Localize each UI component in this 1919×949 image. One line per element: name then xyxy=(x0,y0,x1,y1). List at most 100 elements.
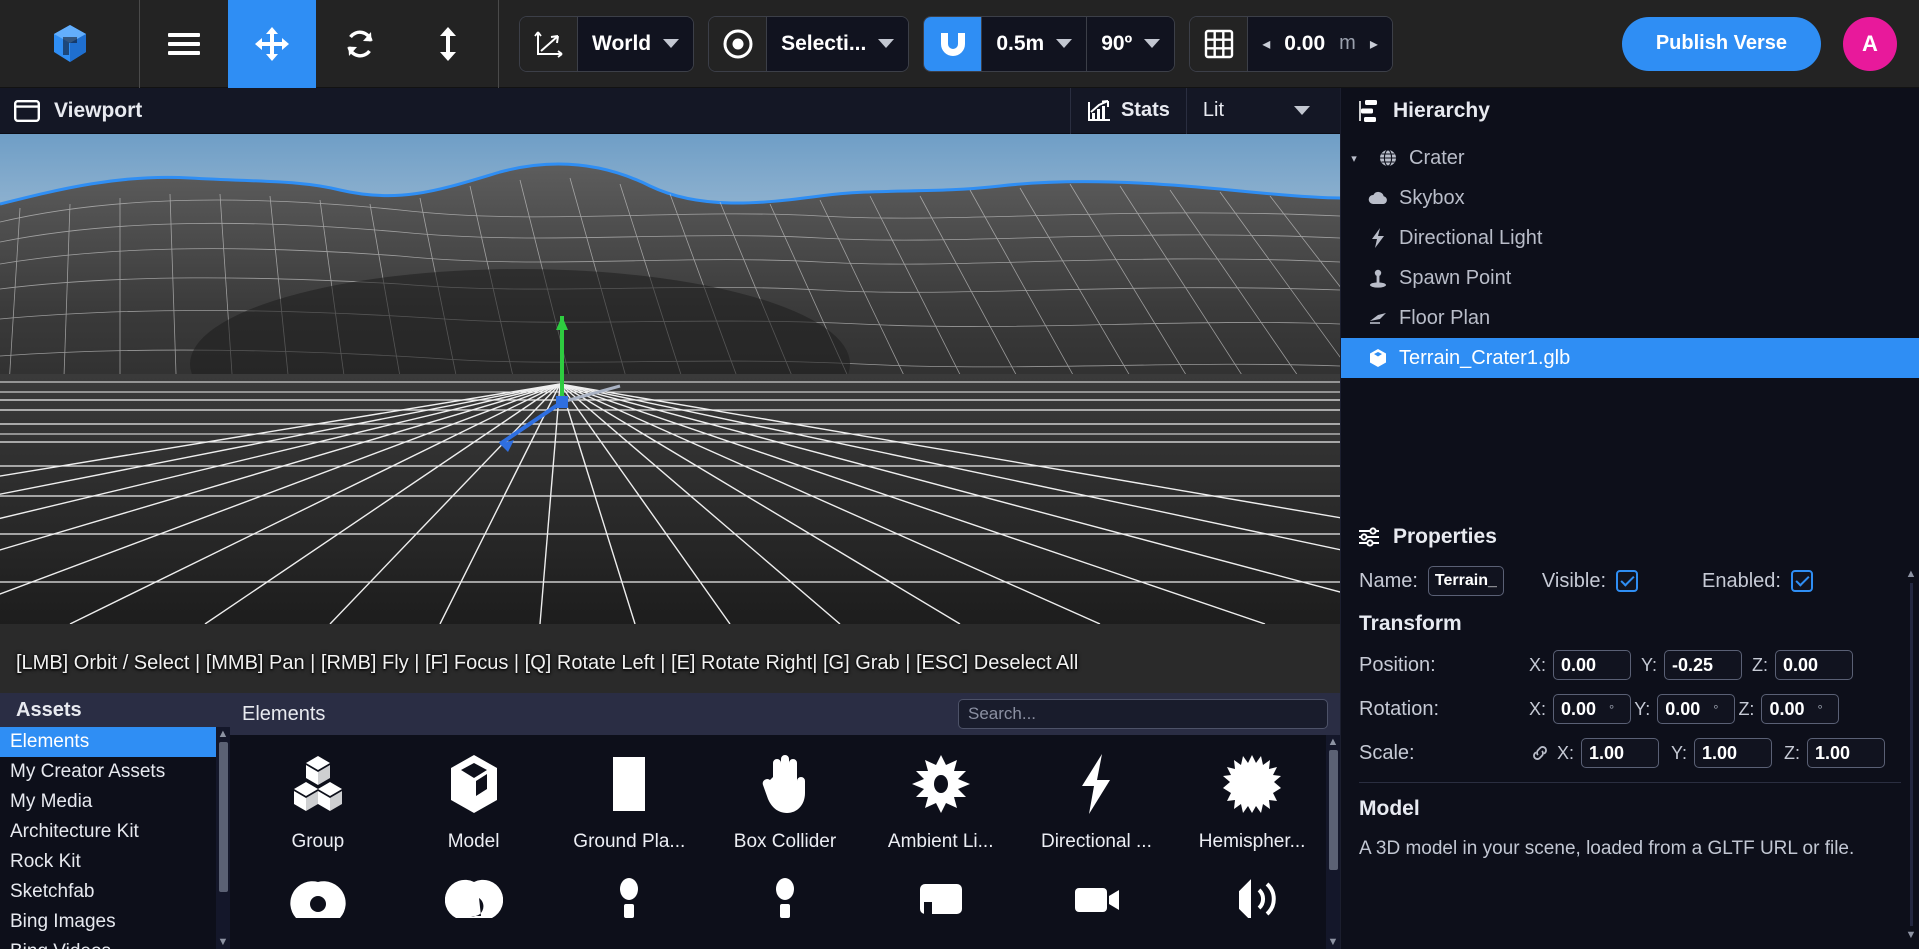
element-tile-group[interactable]: Group xyxy=(240,753,396,853)
element-tile-avatar[interactable] xyxy=(551,867,707,945)
grid-prev-button[interactable]: ◂ xyxy=(1262,34,1270,54)
asset-category-sketchfab[interactable]: Sketchfab xyxy=(0,877,230,907)
scale-z-input[interactable] xyxy=(1807,738,1886,768)
scale-x-input[interactable] xyxy=(1581,738,1660,768)
name-field[interactable] xyxy=(1427,566,1504,596)
hierarchy-node-terrain-crater1[interactable]: Terrain_Crater1.glb xyxy=(1341,338,1919,378)
scroll-up-icon[interactable]: ▲ xyxy=(218,727,229,741)
avatar[interactable]: A xyxy=(1843,16,1897,71)
sliders-icon xyxy=(1357,526,1381,548)
scroll-down-icon[interactable]: ▼ xyxy=(218,935,229,949)
publish-verse-button[interactable]: Publish Verse xyxy=(1621,16,1821,71)
enabled-checkbox[interactable] xyxy=(1791,570,1813,592)
elements-body[interactable]: Group Model Ground Pla... Box Collider A… xyxy=(230,735,1340,949)
hierarchy-node-label: Directional Light xyxy=(1399,226,1543,249)
scale-tool-button[interactable] xyxy=(404,0,492,88)
grid-toggle-button[interactable] xyxy=(1190,16,1249,71)
chevron-down-icon xyxy=(1294,106,1310,115)
coord-space-select[interactable]: World xyxy=(578,16,694,71)
element-tile-screen[interactable] xyxy=(863,867,1019,945)
coord-space-group[interactable]: World xyxy=(519,15,695,72)
properties-scrollbar[interactable]: ▲ ▼ xyxy=(1905,568,1917,941)
hierarchy-node-crater[interactable]: ▾ Crater xyxy=(1341,138,1919,178)
scroll-up-icon[interactable]: ▲ xyxy=(1906,568,1917,580)
stats-button[interactable]: Stats xyxy=(1069,87,1186,134)
position-y-label: Y: xyxy=(1641,654,1658,675)
snap-group[interactable]: 0.5m 90º xyxy=(923,15,1176,72)
visible-label: Visible: xyxy=(1541,569,1607,592)
asset-category-my-media[interactable]: My Media xyxy=(0,787,230,817)
scroll-down-icon[interactable]: ▼ xyxy=(1906,929,1917,941)
hamburger-menu-icon xyxy=(167,31,201,57)
shading-mode-select[interactable]: Lit xyxy=(1185,87,1326,134)
hierarchy-node-floor-plan[interactable]: Floor Plan xyxy=(1341,298,1919,338)
hierarchy-node-directional-light[interactable]: Directional Light xyxy=(1341,218,1919,258)
element-tile-box-collider[interactable]: Box Collider xyxy=(707,753,863,853)
pivot-select[interactable]: Selecti... xyxy=(767,16,909,71)
element-tile-ambient-light[interactable]: Ambient Li... xyxy=(863,753,1019,853)
axes-icon-button[interactable] xyxy=(520,16,578,71)
element-tile-video[interactable] xyxy=(1019,867,1175,945)
asset-category-label: Architecture Kit xyxy=(10,821,139,843)
visible-checkbox[interactable] xyxy=(1616,570,1639,592)
position-z-input[interactable] xyxy=(1775,650,1854,680)
snap-angle-select[interactable]: 90º xyxy=(1086,16,1175,71)
directional-light-bolt-icon xyxy=(1076,753,1116,815)
menu-button[interactable] xyxy=(140,0,228,88)
position-x-input[interactable] xyxy=(1553,650,1632,680)
asset-category-label: Sketchfab xyxy=(10,881,95,903)
scrollbar-track[interactable] xyxy=(1909,583,1913,926)
rotation-x-input[interactable] xyxy=(1553,694,1632,724)
position-row: Position: X: Y: Z: xyxy=(1359,650,1901,680)
asset-category-bing-videos[interactable]: Bing Videos xyxy=(0,937,230,949)
asset-category-bing-images[interactable]: Bing Images xyxy=(0,907,230,937)
asset-category-my-creator-assets[interactable]: My Creator Assets xyxy=(0,757,230,787)
rotate-tool-button[interactable] xyxy=(316,0,404,88)
assets-category-list[interactable]: Elements My Creator Assets My Media Arch… xyxy=(0,727,230,949)
audio-icon xyxy=(1223,867,1281,929)
scale-label: Scale: xyxy=(1359,741,1415,764)
asset-category-architecture-kit[interactable]: Architecture Kit xyxy=(0,817,230,847)
element-tile-audio[interactable] xyxy=(1174,867,1330,945)
rotation-y-input[interactable] xyxy=(1657,694,1736,724)
hierarchy-node-skybox[interactable]: Skybox xyxy=(1341,178,1919,218)
grid-next-button[interactable]: ▸ xyxy=(1370,34,1378,54)
link-icon[interactable] xyxy=(1529,744,1551,762)
chevron-down-icon[interactable]: ▾ xyxy=(1341,152,1367,165)
scrollbar-thumb[interactable] xyxy=(1328,750,1338,870)
element-tile-point-light[interactable] xyxy=(396,867,552,945)
pivot-group[interactable]: Selecti... xyxy=(708,15,910,72)
right-panel: Hierarchy ▾ Crater Skybox Directional Li… xyxy=(1340,88,1919,949)
app-logo[interactable] xyxy=(0,0,140,88)
search-input[interactable] xyxy=(958,699,1328,729)
asset-category-rock-kit[interactable]: Rock Kit xyxy=(0,847,230,877)
assets-scrollbar[interactable]: ▲ ▼ xyxy=(216,727,230,949)
asset-category-elements[interactable]: Elements xyxy=(0,727,230,758)
element-tile-directional-light[interactable]: Directional ... xyxy=(1019,753,1175,853)
scroll-down-icon[interactable]: ▼ xyxy=(1328,935,1339,949)
pivot-icon-button[interactable] xyxy=(709,16,768,71)
move-tool-button[interactable] xyxy=(228,0,316,88)
hierarchy-node-spawn-point[interactable]: Spawn Point xyxy=(1341,258,1919,298)
rotation-z-input[interactable] xyxy=(1761,694,1840,724)
scrollbar-thumb[interactable] xyxy=(218,742,228,893)
grid-height-unit: m xyxy=(1339,32,1356,54)
scroll-up-icon[interactable]: ▲ xyxy=(1328,735,1339,749)
elements-scrollbar[interactable]: ▲ ▼ xyxy=(1326,735,1340,949)
snap-distance-select[interactable]: 0.5m xyxy=(982,16,1087,71)
element-tile-model[interactable]: Model xyxy=(396,753,552,853)
scale-y-input[interactable] xyxy=(1694,738,1773,768)
element-tile-npc[interactable] xyxy=(707,867,863,945)
grid-height-stepper[interactable]: ◂ 0.00 m ▸ xyxy=(1248,16,1392,71)
asset-category-label: Bing Videos xyxy=(10,941,111,949)
element-tile-ground-plane[interactable]: Ground Pla... xyxy=(551,753,707,853)
properties-body: Name: Visible: Enabled: Transform Positi… xyxy=(1341,560,1919,949)
hierarchy-tree[interactable]: ▾ Crater Skybox Directional Light Spawn … xyxy=(1341,134,1919,514)
element-tile-spot-light[interactable] xyxy=(240,867,396,945)
element-tile-hemisphere-light[interactable]: Hemispher... xyxy=(1174,753,1330,853)
viewport-canvas[interactable]: [LMB] Orbit / Select | [MMB] Pan | [RMB]… xyxy=(0,134,1340,693)
cloud-icon xyxy=(1367,191,1389,205)
position-y-input[interactable] xyxy=(1664,650,1743,680)
snap-toggle-button[interactable] xyxy=(924,16,983,71)
grid-group[interactable]: ◂ 0.00 m ▸ xyxy=(1189,15,1393,72)
